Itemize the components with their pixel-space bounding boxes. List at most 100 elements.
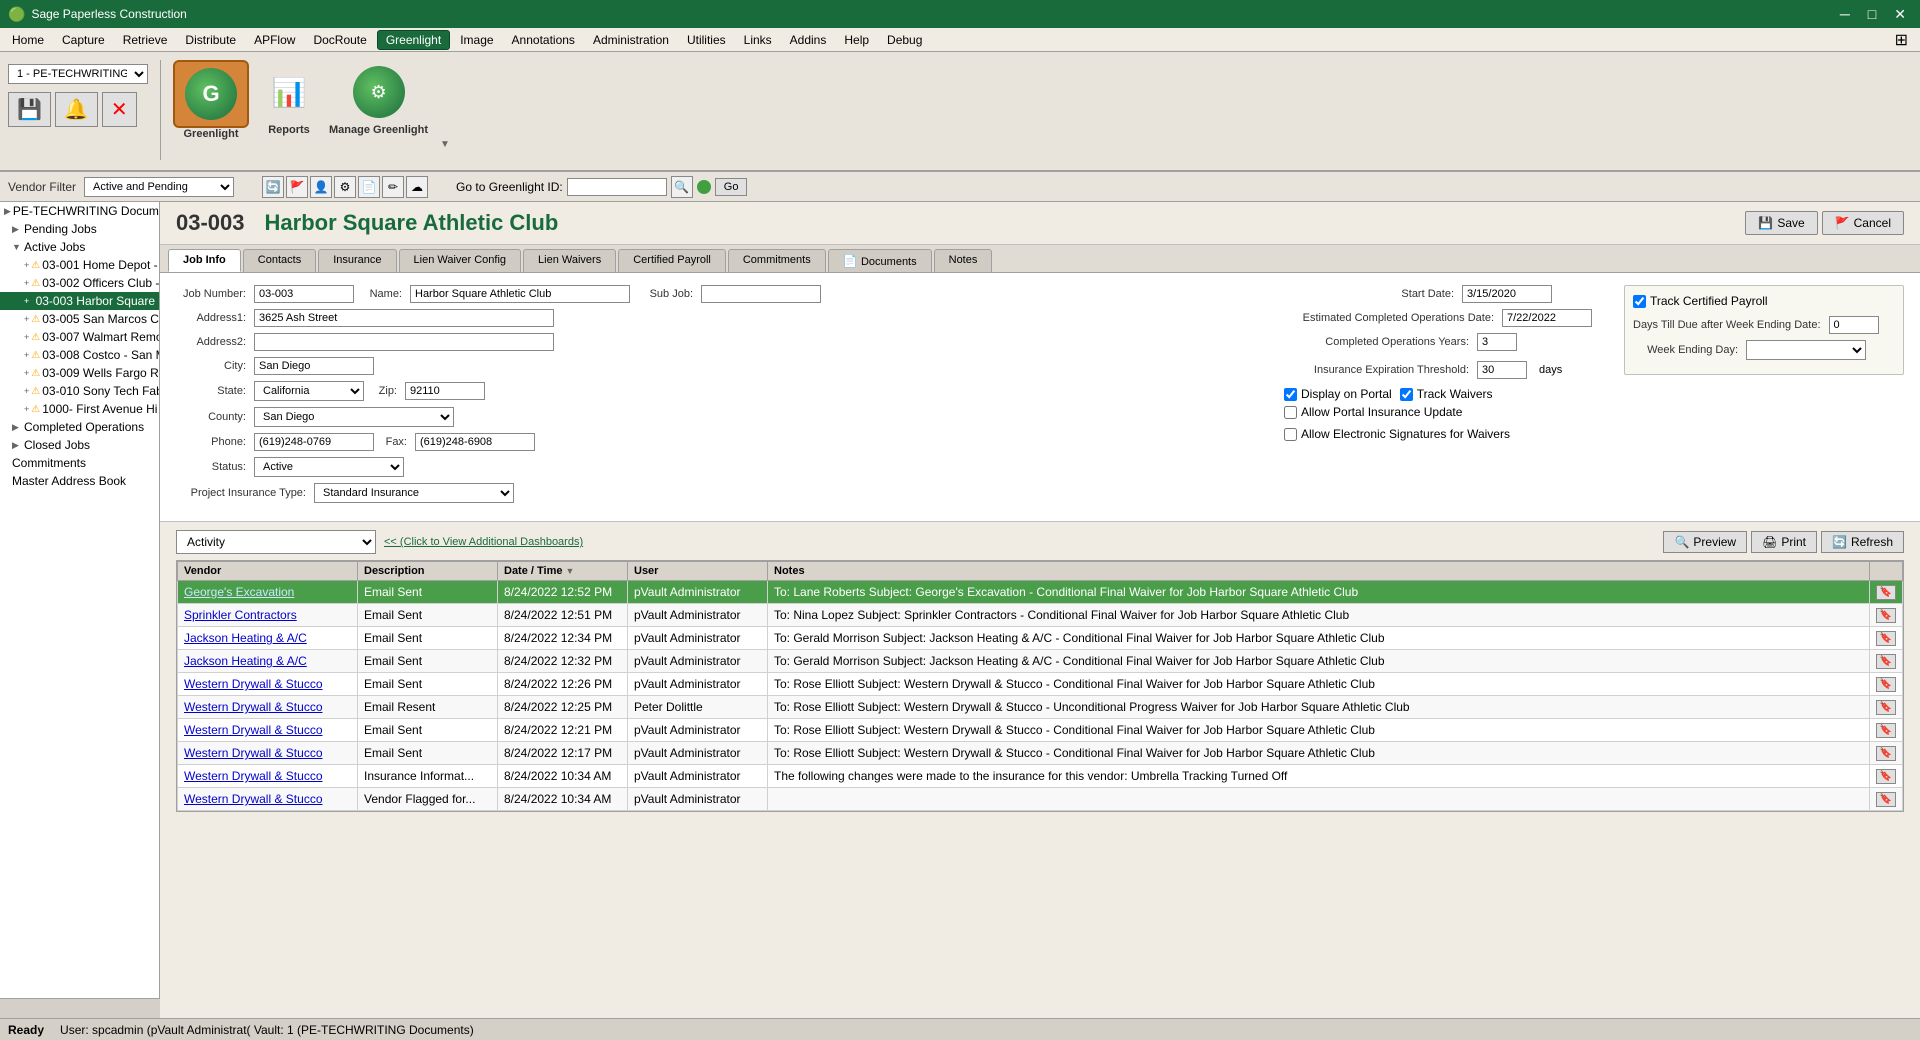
- row-action-button[interactable]: 🔖: [1876, 723, 1896, 738]
- menu-debug[interactable]: Debug: [879, 31, 930, 49]
- filter-icon-3[interactable]: 👤: [310, 176, 332, 198]
- vendor-link[interactable]: Jackson Heating & A/C: [184, 654, 307, 668]
- dashboard-additional-link[interactable]: << (Click to View Additional Dashboards): [384, 536, 583, 548]
- sidebar-completed-ops[interactable]: ▶ Completed Operations: [0, 418, 159, 436]
- cancel-job-button[interactable]: 🚩 Cancel: [1822, 211, 1904, 235]
- days-till-due-input[interactable]: [1829, 316, 1879, 334]
- sidebar-job-03009[interactable]: + ⚠ 03-009 Wells Fargo Re: [0, 364, 159, 382]
- fax-input[interactable]: [415, 433, 535, 451]
- row-action-button[interactable]: 🔖: [1876, 792, 1896, 807]
- row-action-button[interactable]: 🔖: [1876, 608, 1896, 623]
- completed-years-input[interactable]: [1477, 333, 1517, 351]
- minimize-button[interactable]: ─: [1834, 4, 1856, 25]
- filter-icon-4[interactable]: ⚙: [334, 176, 356, 198]
- filter-icon-1[interactable]: 🔄: [262, 176, 284, 198]
- sidebar-pending-jobs[interactable]: ▶ Pending Jobs: [0, 220, 159, 238]
- menu-annotations[interactable]: Annotations: [504, 31, 583, 49]
- sidebar-resize-handle[interactable]: [0, 998, 160, 1018]
- filter-icon-5[interactable]: 📄: [358, 176, 380, 198]
- menu-apflow[interactable]: APFlow: [246, 31, 303, 49]
- row-action-button[interactable]: 🔖: [1876, 654, 1896, 669]
- tab-lien-waiver-config[interactable]: Lien Waiver Config: [399, 249, 522, 272]
- refresh-button[interactable]: 🔄 Refresh: [1821, 531, 1904, 553]
- row-action-button[interactable]: 🔖: [1876, 769, 1896, 784]
- document-dropdown[interactable]: 1 - PE-TECHWRITING Documer: [8, 64, 148, 84]
- menu-help[interactable]: Help: [836, 31, 877, 49]
- greenlight-toolbar-button[interactable]: G: [173, 60, 249, 128]
- vendor-filter-dropdown[interactable]: Active and Pending Active Pending All: [84, 177, 234, 197]
- start-date-input[interactable]: [1462, 285, 1552, 303]
- vendor-link[interactable]: Western Drywall & Stucco: [184, 677, 323, 691]
- state-select[interactable]: California: [254, 381, 364, 401]
- tab-job-info[interactable]: Job Info: [168, 249, 241, 272]
- preview-button[interactable]: 🔍 Preview: [1663, 531, 1747, 553]
- zip-input[interactable]: [405, 382, 485, 400]
- filter-icon-7[interactable]: ☁: [406, 176, 428, 198]
- menu-capture[interactable]: Capture: [54, 31, 113, 49]
- sidebar-job-03008[interactable]: + ⚠ 03-008 Costco - San M: [0, 346, 159, 364]
- track-certified-payroll-input[interactable]: [1633, 295, 1646, 308]
- sidebar-master-address[interactable]: Master Address Book: [0, 472, 159, 490]
- sidebar-job-03002[interactable]: + ⚠ 03-002 Officers Club -: [0, 274, 159, 292]
- menu-distribute[interactable]: Distribute: [177, 31, 244, 49]
- address2-input[interactable]: [254, 333, 554, 351]
- allow-electronic-sigs-input[interactable]: [1284, 428, 1297, 441]
- go-button[interactable]: Go: [715, 178, 748, 196]
- sidebar-job-1000[interactable]: + ⚠ 1000- First Avenue Hi: [0, 400, 159, 418]
- menu-image[interactable]: Image: [452, 31, 501, 49]
- tab-contacts[interactable]: Contacts: [243, 249, 316, 272]
- row-action-button[interactable]: 🔖: [1876, 746, 1896, 761]
- allow-portal-insurance-input[interactable]: [1284, 406, 1297, 419]
- sidebar-closed-jobs[interactable]: ▶ Closed Jobs: [0, 436, 159, 454]
- sidebar-root[interactable]: ▶ PE-TECHWRITING Documents: [0, 202, 159, 220]
- menu-utilities[interactable]: Utilities: [679, 31, 734, 49]
- menu-administration[interactable]: Administration: [585, 31, 677, 49]
- save-job-button[interactable]: 💾 Save: [1745, 211, 1817, 235]
- tab-commitments[interactable]: Commitments: [728, 249, 826, 272]
- status-select[interactable]: Active Pending Closed: [254, 457, 404, 477]
- row-action-button[interactable]: 🔖: [1876, 700, 1896, 715]
- menu-home[interactable]: Home: [4, 31, 52, 49]
- go-to-input[interactable]: [567, 178, 667, 196]
- print-button[interactable]: 🖨 Print: [1751, 531, 1817, 553]
- sidebar-job-03005[interactable]: + ⚠ 03-005 San Marcos Cit: [0, 310, 159, 328]
- tab-certified-payroll[interactable]: Certified Payroll: [618, 249, 726, 272]
- filter-icon-2[interactable]: 🚩: [286, 176, 308, 198]
- reports-toolbar-button[interactable]: 📊: [253, 60, 325, 124]
- address1-input[interactable]: [254, 309, 554, 327]
- row-action-button[interactable]: 🔖: [1876, 631, 1896, 646]
- sidebar-job-03010[interactable]: + ⚠ 03-010 Sony Tech Fab: [0, 382, 159, 400]
- sub-job-input[interactable]: [701, 285, 821, 303]
- manage-greenlight-toolbar-button[interactable]: ⚙: [343, 60, 415, 124]
- dashboard-select[interactable]: Activity: [176, 530, 376, 554]
- track-waivers-input[interactable]: [1400, 388, 1413, 401]
- job-number-input[interactable]: [254, 285, 354, 303]
- county-select[interactable]: San Diego: [254, 407, 454, 427]
- vendor-link[interactable]: Sprinkler Contractors: [184, 608, 297, 622]
- filter-icon-6[interactable]: ✏: [382, 176, 404, 198]
- save-button[interactable]: 💾: [8, 92, 51, 127]
- city-input[interactable]: [254, 357, 374, 375]
- vendor-link[interactable]: Western Drywall & Stucco: [184, 769, 323, 783]
- row-action-button[interactable]: 🔖: [1876, 585, 1896, 600]
- job-name-input[interactable]: [410, 285, 630, 303]
- vendor-link[interactable]: Western Drywall & Stucco: [184, 723, 323, 737]
- menu-links[interactable]: Links: [736, 31, 780, 49]
- project-insurance-select[interactable]: Standard Insurance: [314, 483, 514, 503]
- menu-addins[interactable]: Addins: [782, 31, 835, 49]
- display-on-portal-input[interactable]: [1284, 388, 1297, 401]
- menu-retrieve[interactable]: Retrieve: [115, 31, 176, 49]
- vendor-link[interactable]: Western Drywall & Stucco: [184, 792, 323, 806]
- tab-insurance[interactable]: Insurance: [318, 249, 396, 272]
- tab-lien-waivers[interactable]: Lien Waivers: [523, 249, 616, 272]
- insurance-threshold-input[interactable]: [1477, 361, 1527, 379]
- tab-documents[interactable]: 📄 Documents: [828, 249, 932, 272]
- search-icon-btn[interactable]: 🔍: [671, 176, 693, 198]
- sidebar-job-03007[interactable]: + ⚠ 03-007 Walmart Remo: [0, 328, 159, 346]
- vendor-link[interactable]: George's Excavation: [184, 585, 294, 599]
- close-button[interactable]: ✕: [1888, 4, 1912, 25]
- menu-docroute[interactable]: DocRoute: [305, 31, 374, 49]
- close-doc-button[interactable]: ✕: [102, 92, 137, 127]
- tab-notes[interactable]: Notes: [934, 249, 993, 272]
- menu-greenlight[interactable]: Greenlight: [377, 30, 450, 50]
